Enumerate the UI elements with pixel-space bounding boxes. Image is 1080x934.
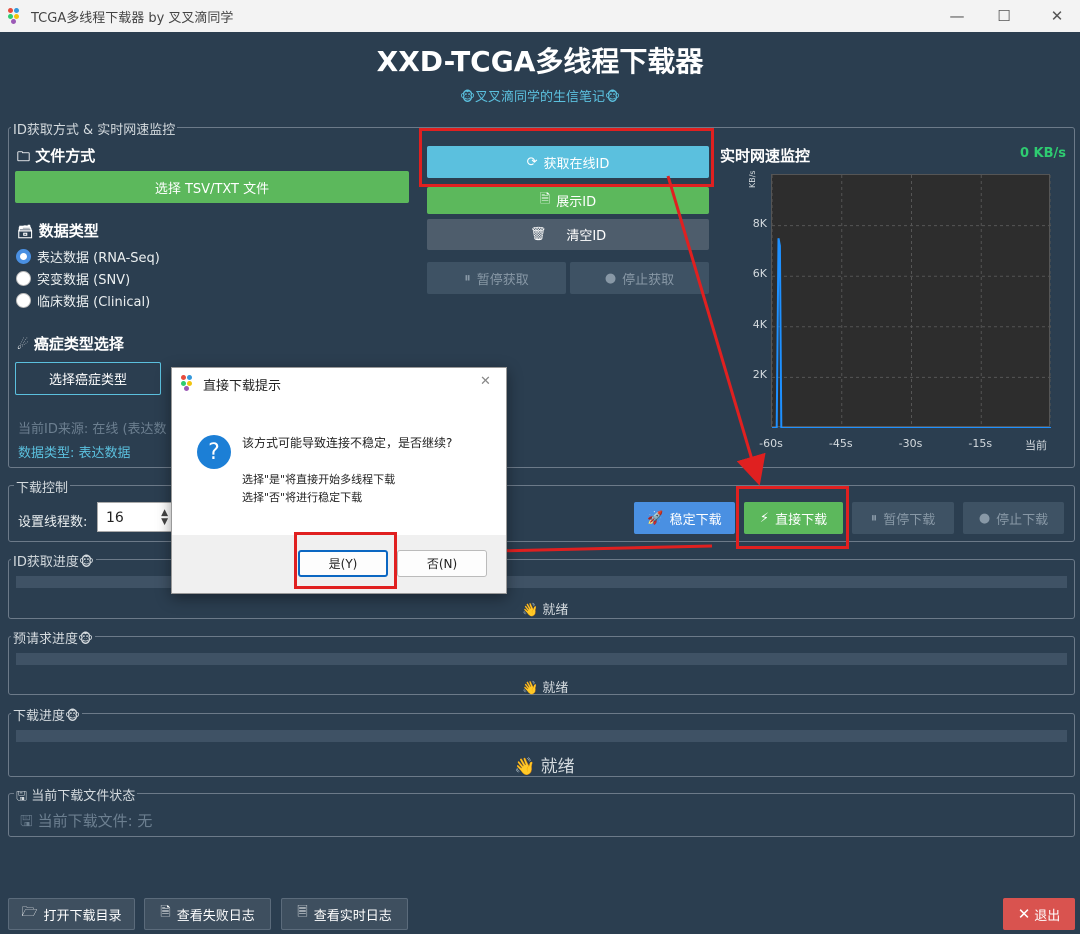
dialog-line-2: 选择"否"将进行稳定下载 xyxy=(242,491,363,504)
arrow-fetch-to-direct xyxy=(666,175,766,486)
annotation-arrows xyxy=(402,175,766,568)
highlight-yes xyxy=(294,532,397,589)
app-logo-icon xyxy=(181,375,197,391)
dialog-title: 直接下载提示 xyxy=(203,379,282,394)
dialog-close-button[interactable]: ✕ xyxy=(480,374,491,389)
dialog-message: 该方式可能导致连接不稳定，是否继续? xyxy=(242,436,453,450)
dialog-line-1: 选择"是"将直接开始多线程下载 xyxy=(242,473,396,486)
question-icon: ? xyxy=(197,435,231,469)
no-button[interactable]: 否(N) xyxy=(397,550,487,577)
dialog-body xyxy=(172,400,506,535)
confirm-dialog: 直接下载提示 ✕ ? 该方式可能导致连接不稳定，是否继续? 选择"是"将直接开始… xyxy=(171,367,507,594)
